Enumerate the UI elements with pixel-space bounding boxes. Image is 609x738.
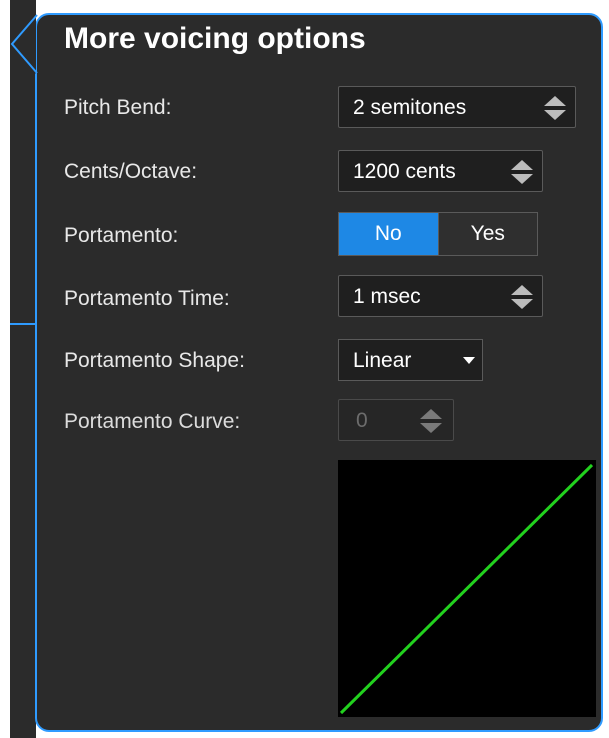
- panel-title: More voicing options: [64, 22, 366, 55]
- cents-octave-stepper[interactable]: 1200 cents: [338, 150, 543, 192]
- portamento-no-option[interactable]: No: [339, 213, 438, 255]
- portamento-time-label: Portamento Time:: [64, 287, 230, 310]
- portamento-curve-graph: [338, 460, 596, 717]
- cents-octave-label: Cents/Octave:: [64, 160, 198, 183]
- up-down-arrows-icon[interactable]: [510, 158, 534, 186]
- parent-panel-strip: [10, 0, 36, 738]
- portamento-curve-stepper[interactable]: 0: [338, 399, 454, 441]
- pitch-bend-label: Pitch Bend:: [64, 96, 172, 119]
- portamento-toggle[interactable]: No Yes: [338, 212, 538, 256]
- up-down-arrows-icon: [420, 409, 442, 433]
- pitch-bend-stepper[interactable]: 2 semitones: [338, 86, 576, 128]
- parent-panel-border: [10, 323, 36, 325]
- portamento-curve-line: [339, 463, 594, 715]
- cents-octave-value: 1200 cents: [353, 160, 456, 183]
- portamento-label: Portamento:: [64, 224, 179, 247]
- portamento-yes-option[interactable]: Yes: [437, 213, 537, 255]
- portamento-time-stepper[interactable]: 1 msec: [338, 275, 543, 317]
- portamento-time-value: 1 msec: [353, 285, 421, 308]
- portamento-curve-label: Portamento Curve:: [64, 410, 241, 433]
- portamento-shape-dropdown[interactable]: Linear: [338, 339, 483, 381]
- up-down-arrows-icon[interactable]: [543, 94, 567, 122]
- portamento-shape-label: Portamento Shape:: [64, 349, 245, 372]
- popover-pointer-icon: [10, 14, 38, 74]
- portamento-curve-value: 0: [356, 409, 368, 432]
- portamento-shape-value: Linear: [353, 349, 412, 372]
- outer-background: [0, 0, 10, 738]
- caret-down-icon: [463, 357, 475, 364]
- pitch-bend-value: 2 semitones: [353, 96, 467, 119]
- up-down-arrows-icon[interactable]: [510, 283, 534, 311]
